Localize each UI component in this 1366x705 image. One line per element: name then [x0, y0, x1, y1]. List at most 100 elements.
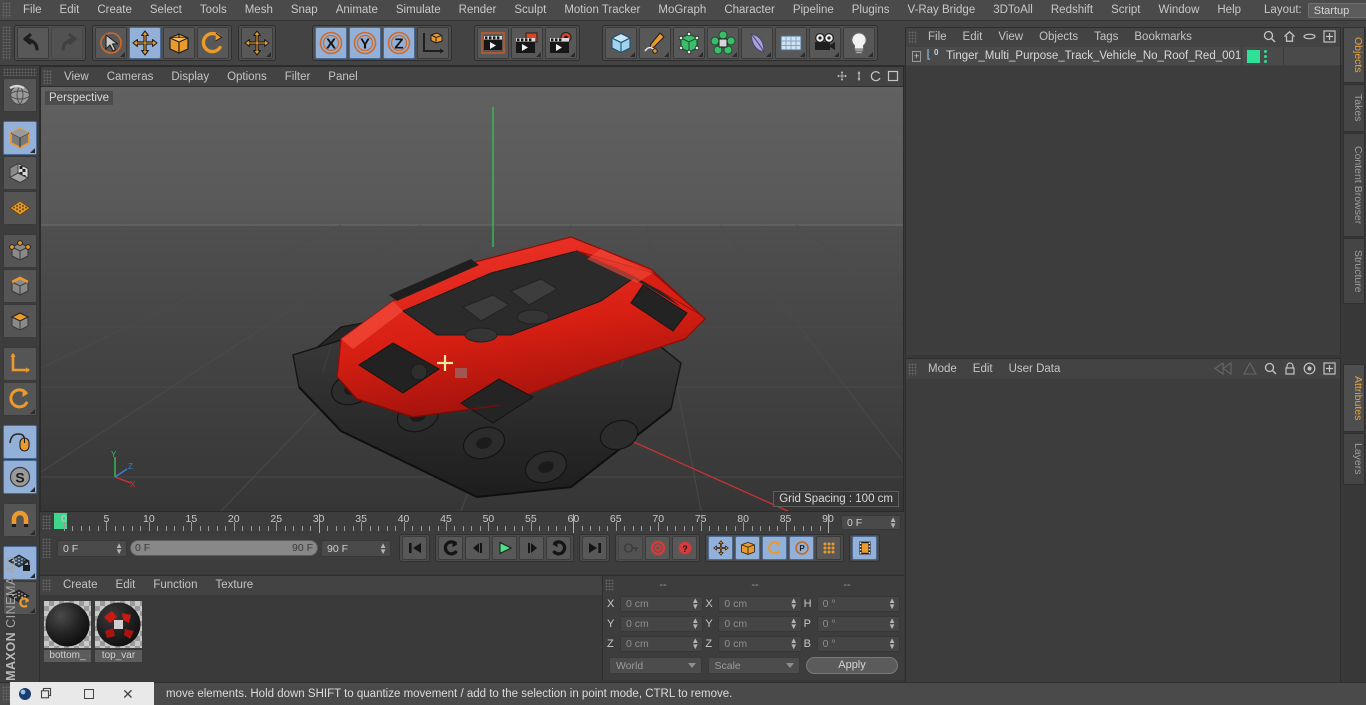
end-frame-field[interactable]: 90 F ▲ ▼ — [321, 539, 391, 557]
tag-dots-icon[interactable] — [1264, 49, 1268, 63]
transform-mode-dropdown[interactable]: Scale — [707, 657, 800, 674]
spinner-icon[interactable]: ▲ ▼ — [790, 617, 798, 631]
maximize-viewport-icon[interactable] — [887, 70, 899, 85]
move-tool[interactable] — [129, 27, 161, 59]
viewport-menu-panel[interactable]: Panel — [319, 67, 366, 87]
attribute-menu-grip[interactable] — [908, 362, 917, 376]
material-tag-icon[interactable] — [1247, 49, 1261, 63]
object-tag-cell[interactable] — [1241, 46, 1285, 66]
object-manager-body[interactable] — [906, 66, 1340, 355]
rotation-p-field[interactable]: 0 ° ▲ ▼ — [816, 616, 900, 632]
tab-takes[interactable]: Takes — [1343, 84, 1365, 132]
layout-dropdown[interactable]: Startup — [1307, 2, 1366, 18]
world-object-coordinates-button[interactable] — [417, 27, 449, 59]
menu-item-character[interactable]: Character — [715, 0, 784, 21]
redo-button[interactable] — [51, 27, 83, 59]
menu-item-mesh[interactable]: Mesh — [236, 0, 282, 21]
tab-structure[interactable]: Structure — [1343, 238, 1365, 304]
material-menu-texture[interactable]: Texture — [206, 576, 262, 595]
rotation-key-button[interactable] — [762, 536, 787, 560]
move-tool-alt[interactable] — [241, 27, 273, 59]
menu-item-motion-tracker[interactable]: Motion Tracker — [555, 0, 649, 21]
play-button[interactable] — [492, 536, 517, 560]
go-to-end-button[interactable] — [582, 536, 607, 560]
search-icon[interactable] — [1263, 30, 1276, 46]
viewport-menu-grip[interactable] — [43, 69, 52, 84]
add-deformer-button[interactable] — [741, 27, 773, 59]
snap-button[interactable]: S — [3, 460, 37, 494]
pan-view-icon[interactable] — [836, 70, 848, 85]
home-icon[interactable] — [1283, 30, 1296, 46]
point-level-animation-button[interactable] — [816, 536, 841, 560]
menu-item-select[interactable]: Select — [141, 0, 191, 21]
preview-range-bar[interactable]: 0 F 90 F — [130, 540, 318, 556]
spinner-icon[interactable]: ▲ ▼ — [888, 597, 896, 611]
object-menu-file[interactable]: File — [920, 28, 955, 47]
close-icon[interactable]: ✕ — [122, 687, 134, 701]
left-toolbar-grip[interactable] — [3, 68, 37, 76]
lock-y-axis-button[interactable]: Y — [349, 27, 381, 59]
menu-item-edit[interactable]: Edit — [51, 0, 89, 21]
menu-item-vray-bridge[interactable]: V-Ray Bridge — [898, 0, 984, 21]
add-mograph-button[interactable] — [707, 27, 739, 59]
add-spline-button[interactable] — [639, 27, 671, 59]
add-camera-button[interactable] — [809, 27, 841, 59]
start-frame-field[interactable]: 0 F ▲ ▼ — [57, 539, 127, 557]
material-menu-grip[interactable] — [42, 579, 51, 592]
undo-view-button[interactable] — [3, 78, 37, 112]
viewport-menu-cameras[interactable]: Cameras — [98, 67, 163, 87]
enable-axis-button[interactable] — [3, 382, 37, 416]
material-swatch-area[interactable]: bottom_ top_var — [40, 595, 602, 681]
viewport-menu-options[interactable]: Options — [218, 67, 276, 87]
spinner-icon[interactable]: ▲ ▼ — [790, 597, 798, 611]
ellipse-icon[interactable] — [1303, 30, 1316, 46]
step-forward-button[interactable] — [519, 536, 544, 560]
arrow-up-icon[interactable] — [1243, 361, 1257, 378]
lock-x-axis-button[interactable]: X — [315, 27, 347, 59]
attribute-menu-mode[interactable]: Mode — [920, 359, 965, 379]
rotation-b-field[interactable]: 0 ° ▲ ▼ — [816, 636, 900, 652]
layout-plus-icon[interactable] — [1323, 30, 1336, 46]
object-menu-tags[interactable]: Tags — [1086, 28, 1126, 47]
timeline-controls-grip[interactable] — [42, 538, 51, 558]
menu-item-sculpt[interactable]: Sculpt — [505, 0, 555, 21]
menu-item-mograph[interactable]: MoGraph — [649, 0, 715, 21]
add-generator-button[interactable] — [673, 27, 705, 59]
viewport-menu-view[interactable]: View — [55, 67, 98, 87]
timeline-mode-button[interactable] — [852, 536, 877, 560]
render-settings-button[interactable] — [545, 27, 577, 59]
points-mode-button[interactable] — [3, 234, 37, 268]
object-menu-grip[interactable] — [908, 31, 917, 44]
tab-objects[interactable]: Objects — [1343, 27, 1365, 83]
material-menu-create[interactable]: Create — [54, 576, 107, 595]
attribute-manager-body[interactable] — [906, 379, 1340, 704]
parameter-key-button[interactable]: P — [789, 536, 814, 560]
workplane-mode-button[interactable] — [3, 191, 37, 225]
menu-item-pipeline[interactable]: Pipeline — [784, 0, 843, 21]
spinner-icon[interactable]: ▲ ▼ — [115, 541, 123, 555]
object-manager-row[interactable]: + 0 Tinger_Multi_Purpose_Track_Vehicle_N… — [906, 46, 1340, 66]
tab-content-browser[interactable]: Content Browser — [1343, 133, 1365, 237]
autokeying-button[interactable] — [645, 536, 670, 560]
dolly-view-icon[interactable] — [853, 70, 865, 85]
rotation-h-field[interactable]: 0 ° ▲ ▼ — [816, 596, 900, 612]
viewport-menu-filter[interactable]: Filter — [276, 67, 320, 87]
position-y-field[interactable]: 0 cm ▲ ▼ — [620, 616, 704, 632]
menu-item-animate[interactable]: Animate — [327, 0, 387, 21]
c4d-sphere-icon[interactable] — [16, 685, 36, 703]
polygons-mode-button[interactable] — [3, 304, 37, 338]
lock-icon[interactable] — [1284, 362, 1296, 378]
spinner-icon[interactable]: ▲ ▼ — [691, 637, 699, 651]
scale-tool[interactable] — [163, 27, 195, 59]
menu-item-render[interactable]: Render — [450, 0, 506, 21]
spinner-icon[interactable]: ▲ ▼ — [888, 637, 896, 651]
spinner-icon[interactable]: ▲ ▼ — [888, 617, 896, 631]
size-y-field[interactable]: 0 cm ▲ ▼ — [718, 616, 802, 632]
menu-item-simulate[interactable]: Simulate — [387, 0, 450, 21]
object-menu-bookmarks[interactable]: Bookmarks — [1126, 28, 1200, 47]
lock-z-axis-button[interactable]: Z — [383, 27, 415, 59]
object-menu-edit[interactable]: Edit — [955, 28, 991, 47]
previous-key-button[interactable] — [438, 536, 463, 560]
axis-mode-button[interactable] — [3, 347, 37, 381]
rotate-tool[interactable] — [197, 27, 229, 59]
